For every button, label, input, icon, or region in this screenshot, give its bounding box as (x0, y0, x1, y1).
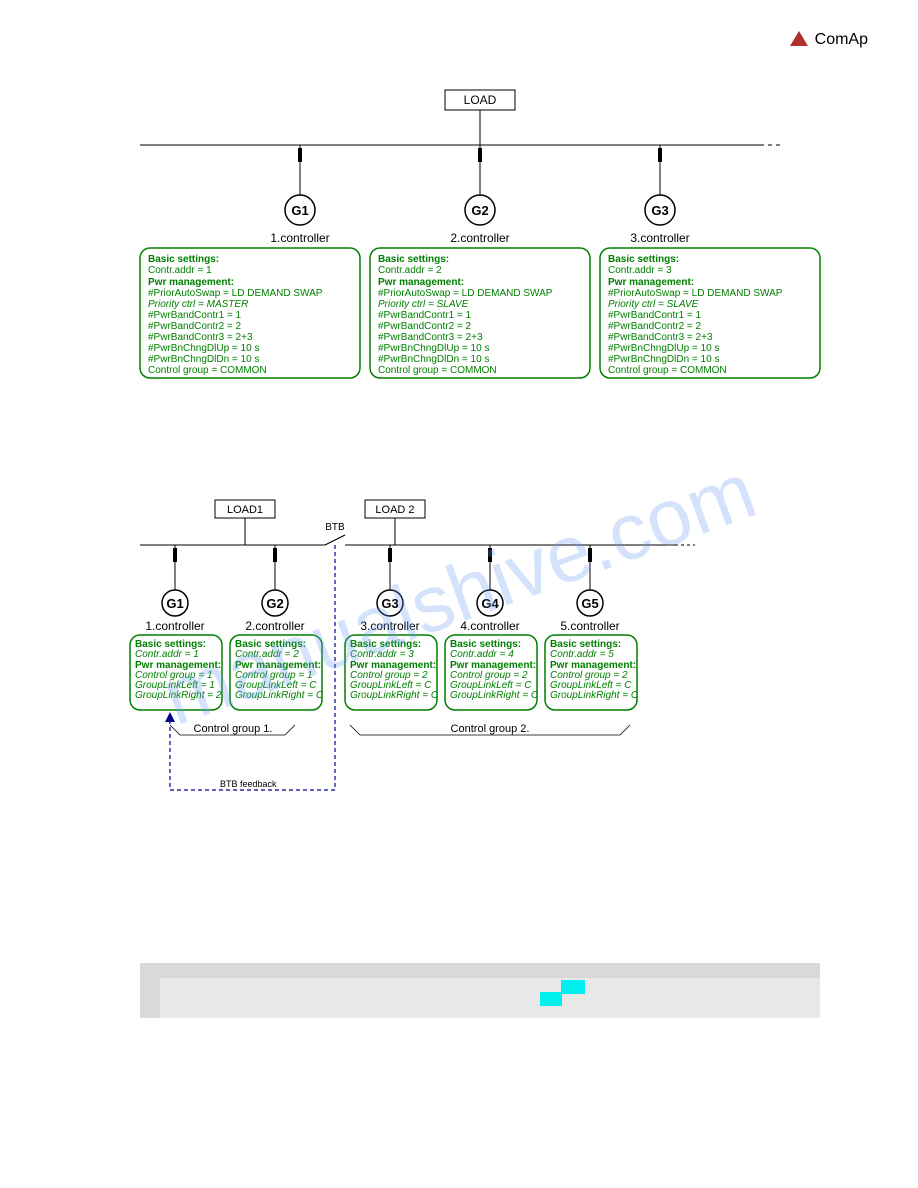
svg-text:1.controller: 1.controller (270, 231, 329, 245)
svg-text:#PwrBandContr1 = 1: #PwrBandContr1 = 1 (608, 310, 702, 321)
load-label: LOAD (464, 93, 497, 107)
svg-text:GroupLinkRight = C: GroupLinkRight = C (235, 690, 324, 701)
svg-text:Contr.addr = 1: Contr.addr = 1 (135, 649, 199, 660)
btb-label: BTB (325, 522, 345, 533)
svg-text:G4: G4 (481, 596, 499, 611)
svg-text:#PwrBnChngDlDn = 10 s: #PwrBnChngDlDn = 10 s (378, 354, 489, 365)
svg-text:G2: G2 (471, 203, 488, 218)
cyan-block-1 (540, 992, 562, 1006)
cfg-boxes-row: Basic settings: Contr.addr = 1 Pwr manag… (130, 635, 639, 710)
svg-text:Pwr management:: Pwr management: (148, 277, 234, 288)
svg-text:Pwr management:: Pwr management: (378, 277, 464, 288)
svg-text:Basic settings:: Basic settings: (378, 254, 449, 265)
svg-text:#PwrBnChngDlUp = 10 s: #PwrBnChngDlUp = 10 s (148, 343, 259, 354)
gen-1: G1 1.controller (270, 145, 329, 245)
svg-text:Contr.addr = 3: Contr.addr = 3 (350, 649, 414, 660)
gen-3: G3 3.controller (630, 145, 689, 245)
svg-text:G1: G1 (291, 203, 308, 218)
page: ComAp LOAD G1 1.controller G2 2.controll… (0, 0, 918, 1188)
cfg-box-3: Basic settings: Contr.addr = 3 Pwr manag… (600, 248, 820, 378)
svg-text:1.controller: 1.controller (145, 619, 204, 633)
svg-text:Control group = COMMON: Control group = COMMON (148, 365, 267, 376)
svg-text:Contr.addr = 3: Contr.addr = 3 (608, 265, 672, 276)
svg-text:GroupLinkRight = C: GroupLinkRight = C (550, 690, 639, 701)
svg-text:Control group = COMMON: Control group = COMMON (378, 365, 497, 376)
svg-text:#PriorAutoSwap = LD DEMAND SWA: #PriorAutoSwap = LD DEMAND SWAP (608, 288, 783, 299)
diagram-bottom: LOAD1 LOAD 2 BTB G1 1.controller G2 2.cont… (140, 500, 700, 820)
group1-label: Control group 1. (194, 723, 273, 735)
svg-text:2.controller: 2.controller (245, 619, 304, 633)
svg-text:G2: G2 (266, 596, 283, 611)
load1-label: LOAD1 (227, 504, 263, 516)
svg-text:Contr.addr = 1: Contr.addr = 1 (148, 265, 212, 276)
svg-text:#PwrBnChngDlDn = 10 s: #PwrBnChngDlDn = 10 s (608, 354, 719, 365)
svg-text:Basic settings:: Basic settings: (608, 254, 679, 265)
svg-text:#PwrBandContr2 = 2: #PwrBandContr2 = 2 (148, 321, 242, 332)
cfg-box-1: Basic settings: Contr.addr = 1 Pwr manag… (140, 248, 360, 378)
cfg-box-2: Basic settings: Contr.addr = 2 Pwr manag… (370, 248, 590, 378)
svg-text:#PwrBandContr3 = 2+3: #PwrBandContr3 = 2+3 (378, 332, 483, 343)
svg-text:#PwrBandContr1 = 1: #PwrBandContr1 = 1 (148, 310, 242, 321)
svg-text:4.controller: 4.controller (460, 619, 519, 633)
svg-text:G5: G5 (581, 596, 598, 611)
svg-text:Contr.addr = 5: Contr.addr = 5 (550, 649, 614, 660)
svg-text:#PwrBnChngDlUp = 10 s: #PwrBnChngDlUp = 10 s (608, 343, 719, 354)
svg-text:#PriorAutoSwap = LD DEMAND SWA: #PriorAutoSwap = LD DEMAND SWAP (148, 288, 323, 299)
group2-label: Control group 2. (451, 723, 530, 735)
footer-strip (160, 978, 820, 1018)
svg-text:#PwrBandContr3 = 2+3: #PwrBandContr3 = 2+3 (608, 332, 713, 343)
svg-text:Pwr management:: Pwr management: (608, 277, 694, 288)
svg-text:#PwrBandContr2 = 2: #PwrBandContr2 = 2 (608, 321, 702, 332)
svg-text:#PwrBandContr2 = 2: #PwrBandContr2 = 2 (378, 321, 472, 332)
svg-text:#PwrBnChngDlDn = 10 s: #PwrBnChngDlDn = 10 s (148, 354, 259, 365)
svg-text:G1: G1 (166, 596, 183, 611)
svg-text:GroupLinkRight = 2: GroupLinkRight = 2 (135, 690, 222, 701)
cyan-block-2 (561, 980, 585, 994)
svg-text:Contr.addr = 2: Contr.addr = 2 (378, 265, 442, 276)
svg-text:Priority ctrl = SLAVE: Priority ctrl = SLAVE (378, 299, 469, 310)
brand-name: ComAp (815, 31, 868, 49)
svg-text:#PwrBandContr1 = 1: #PwrBandContr1 = 1 (378, 310, 472, 321)
svg-text:5.controller: 5.controller (560, 619, 619, 633)
svg-text:Basic settings:: Basic settings: (148, 254, 219, 265)
btb-feedback-label: BTB feedback (220, 779, 277, 789)
svg-text:Priority ctrl = SLAVE: Priority ctrl = SLAVE (608, 299, 699, 310)
svg-text:Contr.addr = 4: Contr.addr = 4 (450, 649, 514, 660)
svg-text:Contr.addr = 2: Contr.addr = 2 (235, 649, 299, 660)
load2-label: LOAD 2 (375, 504, 414, 516)
logo-triangle-icon (787, 28, 811, 52)
svg-text:GroupLinkRight = C: GroupLinkRight = C (350, 690, 439, 701)
svg-text:Priority ctrl = MASTER: Priority ctrl = MASTER (148, 299, 248, 310)
svg-text:2.controller: 2.controller (450, 231, 509, 245)
svg-text:#PriorAutoSwap = LD DEMAND SWA: #PriorAutoSwap = LD DEMAND SWAP (378, 288, 553, 299)
svg-text:#PwrBnChngDlUp = 10 s: #PwrBnChngDlUp = 10 s (378, 343, 489, 354)
svg-text:#PwrBandContr3 = 2+3: #PwrBandContr3 = 2+3 (148, 332, 253, 343)
svg-text:GroupLinkRight = C: GroupLinkRight = C (450, 690, 539, 701)
diagram-top: LOAD G1 1.controller G2 2.controller G3 … (140, 90, 820, 410)
svg-text:3.controller: 3.controller (360, 619, 419, 633)
gen-row: G1 1.controller G2 2.controller G3 3.contro… (145, 545, 619, 633)
gen-2: G2 2.controller (450, 145, 509, 245)
svg-text:G3: G3 (381, 596, 398, 611)
svg-text:G3: G3 (651, 203, 668, 218)
footer-bar (140, 963, 820, 1018)
svg-text:3.controller: 3.controller (630, 231, 689, 245)
brand-logo: ComAp (787, 28, 868, 52)
svg-text:Control group = COMMON: Control group = COMMON (608, 365, 727, 376)
